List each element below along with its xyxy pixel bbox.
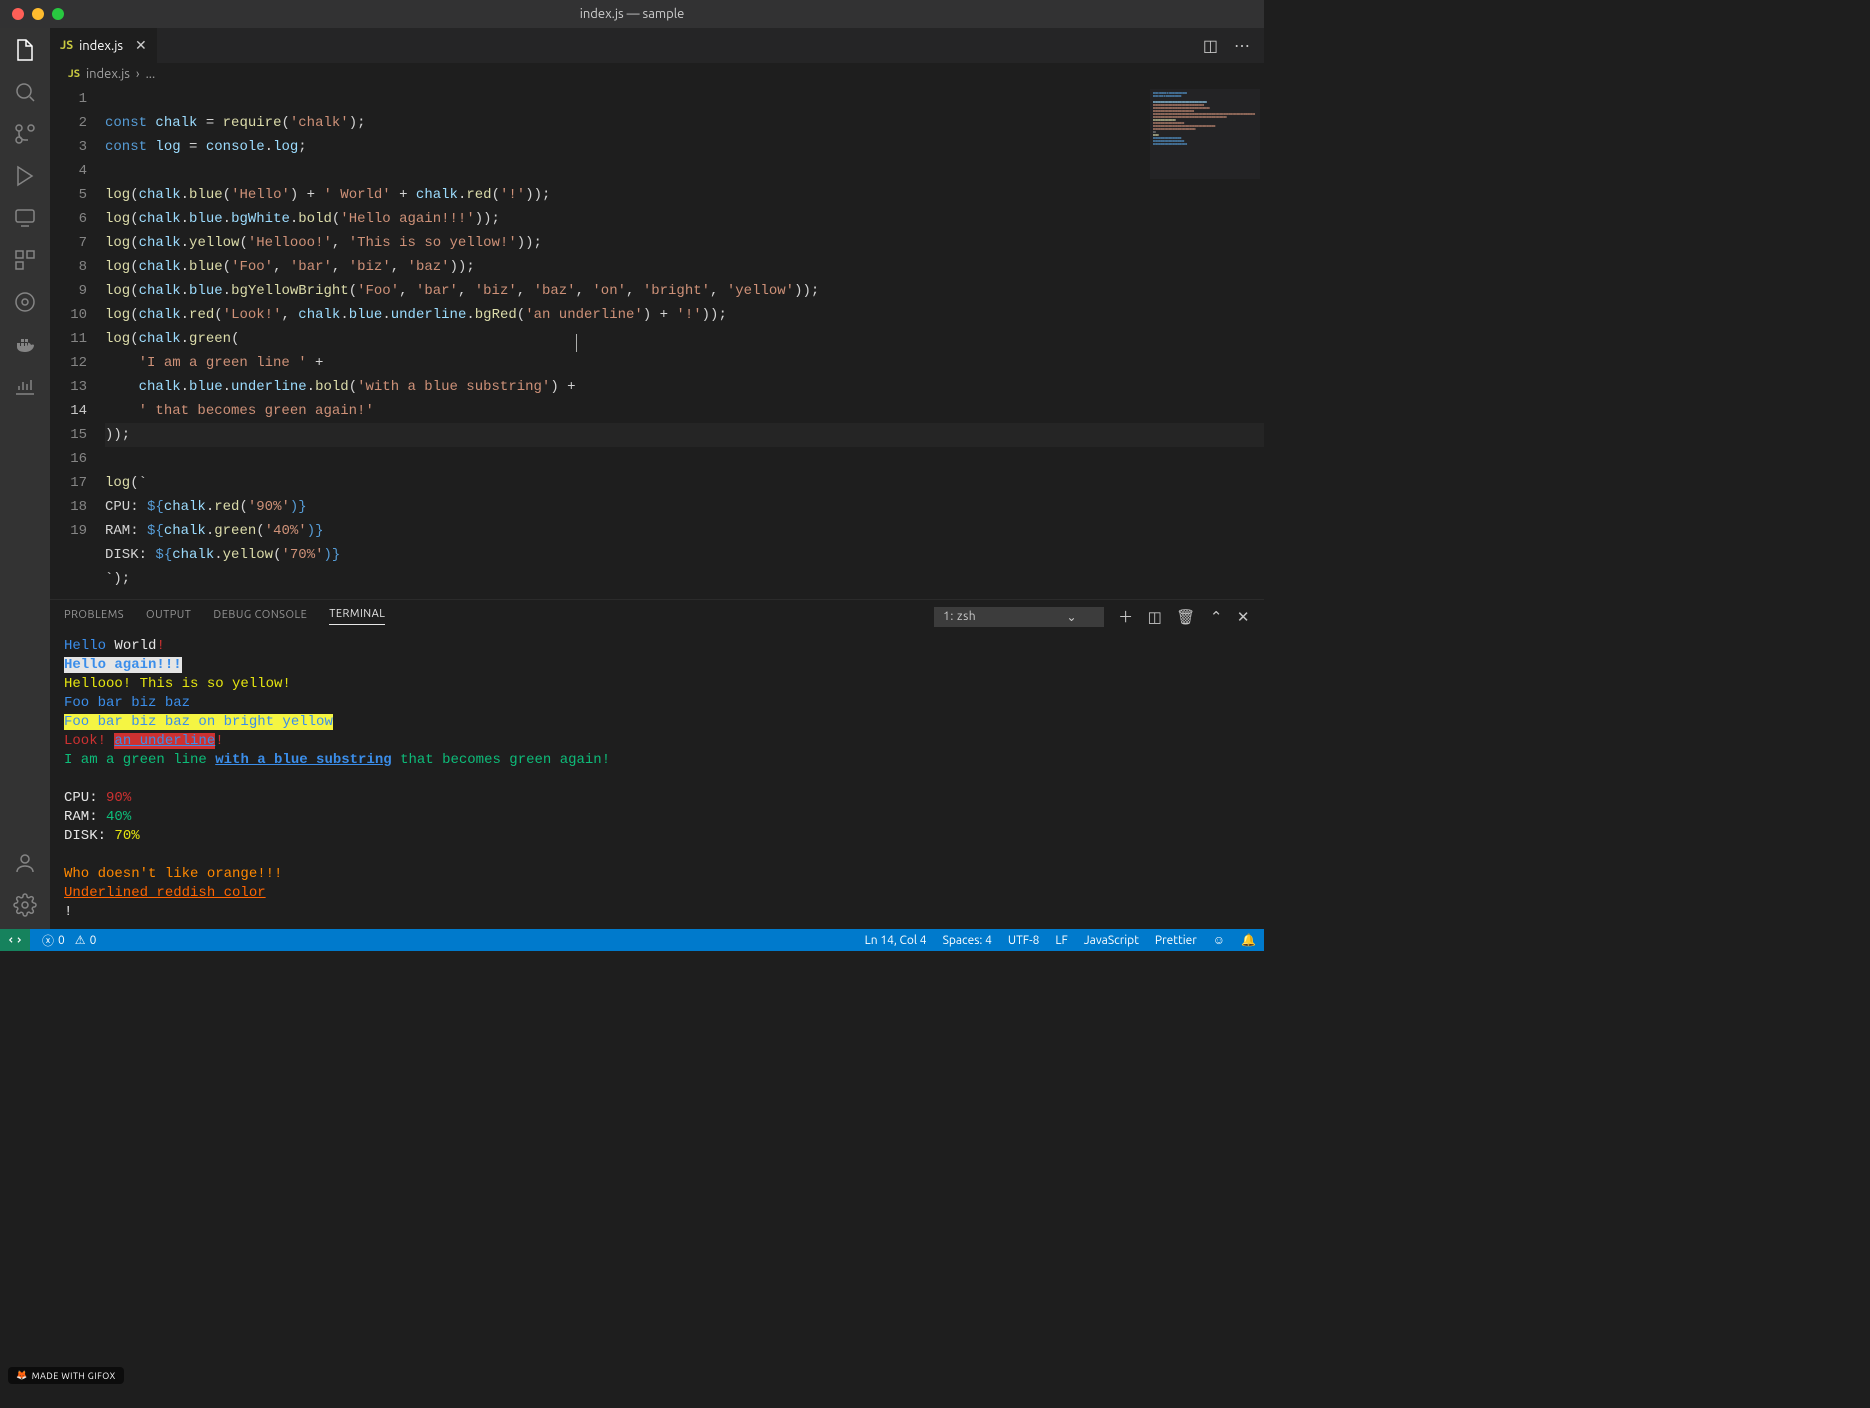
close-panel-icon[interactable]: ✕ <box>1237 608 1250 626</box>
minimap[interactable]: ▄▄▄▄ ▄▄▄▄▄ ▄ ▄▄▄▄▄▄▄▄▄▄▄▄▄ ▄▄▄▄ ▄▄▄ ▄ ▄▄… <box>1150 89 1260 179</box>
titlebar: index.js — sample <box>0 0 1264 28</box>
code-line: const chalk = require('chalk'); <box>105 115 366 131</box>
minimize-window[interactable] <box>32 8 44 20</box>
code-line: log(chalk.blue.bgWhite.bold('Hello again… <box>105 211 500 227</box>
terminal-output[interactable]: Hello World! Hello again!!! Hellooo! Thi… <box>50 633 1264 929</box>
code-line: log(chalk.blue('Hello') + ' World' + cha… <box>105 187 550 203</box>
code-line: log(chalk.yellow('Hellooo!', 'This is so… <box>105 235 542 251</box>
source-control-icon[interactable] <box>13 122 37 146</box>
breadcrumb-rest: ... <box>146 67 156 81</box>
code-line: `); <box>105 571 130 587</box>
status-bell-icon[interactable]: 🔔 <box>1241 933 1256 947</box>
editor-actions: ◫ ⋯ <box>1203 36 1264 55</box>
code-content[interactable]: const chalk = require('chalk'); const lo… <box>105 85 1264 599</box>
maximize-panel-icon[interactable]: ⌃ <box>1210 608 1223 626</box>
remote-explorer-icon[interactable] <box>13 206 37 230</box>
terminal-panel: PROBLEMS OUTPUT DEBUG CONSOLE TERMINAL 1… <box>50 599 1264 929</box>
code-line: log(chalk.blue('Foo', 'bar', 'biz', 'baz… <box>105 259 475 275</box>
graph-icon[interactable] <box>13 374 37 398</box>
status-errors[interactable]: ⓧ 0 <box>42 932 65 949</box>
panel-tab-bar: PROBLEMS OUTPUT DEBUG CONSOLE TERMINAL 1… <box>50 600 1264 633</box>
run-debug-icon[interactable] <box>13 164 37 188</box>
code-line: log(chalk.red('Look!', chalk.blue.underl… <box>105 307 727 323</box>
code-line: RAM: ${chalk.green('40%')} <box>105 523 324 539</box>
code-line: )); <box>105 423 1264 447</box>
status-language[interactable]: JavaScript <box>1084 934 1139 947</box>
code-line: 'I am a green line ' + <box>105 355 323 371</box>
docker-icon[interactable] <box>13 332 37 356</box>
tab-terminal[interactable]: TERMINAL <box>329 608 385 625</box>
account-icon[interactable] <box>13 851 37 875</box>
code-line: chalk.blue.underline.bold('with a blue s… <box>105 379 576 395</box>
window-controls <box>12 8 64 20</box>
line-numbers: 12345678910111213141516171819 <box>50 85 105 599</box>
terminal-selector[interactable]: 1: zsh⌄ <box>934 607 1104 627</box>
more-actions-icon[interactable]: ⋯ <box>1234 36 1250 55</box>
breadcrumb-sep: › <box>136 67 140 81</box>
code-line: log(` <box>105 475 147 491</box>
js-file-icon: JS <box>60 39 73 52</box>
tab-bar: JS index.js ✕ ◫ ⋯ <box>50 28 1264 63</box>
kill-terminal-icon[interactable]: 🗑 <box>1176 608 1196 626</box>
code-line: log(chalk.green( <box>105 331 576 347</box>
new-terminal-icon[interactable]: ＋ <box>1118 606 1134 627</box>
editor-area: JS index.js ✕ ◫ ⋯ JS index.js › ... 1234… <box>50 28 1264 929</box>
search-icon[interactable] <box>13 80 37 104</box>
js-file-icon: JS <box>68 68 80 80</box>
status-feedback-icon[interactable]: ☺ <box>1213 933 1225 947</box>
code-line: log(chalk.blue.bgYellowBright('Foo', 'ba… <box>105 283 819 299</box>
status-warnings[interactable]: ⚠ 0 <box>75 933 97 947</box>
activity-bar <box>0 28 50 929</box>
code-line: ' that becomes green again!' <box>105 403 374 419</box>
window-title: index.js — sample <box>580 7 685 21</box>
code-line <box>105 163 113 179</box>
main-area: JS index.js ✕ ◫ ⋯ JS index.js › ... 1234… <box>0 28 1264 929</box>
split-editor-icon[interactable]: ◫ <box>1203 36 1218 55</box>
breadcrumb-file: index.js <box>86 67 130 81</box>
code-editor[interactable]: 12345678910111213141516171819 const chal… <box>50 85 1264 599</box>
tab-problems[interactable]: PROBLEMS <box>64 609 124 625</box>
status-cursor-position[interactable]: Ln 14, Col 4 <box>865 934 927 947</box>
status-bar: ⓧ 0 ⚠ 0 Ln 14, Col 4 Spaces: 4 UTF-8 LF … <box>0 929 1264 951</box>
split-terminal-icon[interactable]: ◫ <box>1148 608 1163 626</box>
tab-label: index.js <box>79 39 123 53</box>
status-prettier[interactable]: Prettier <box>1155 934 1197 947</box>
code-line: DISK: ${chalk.yellow('70%')} <box>105 547 340 563</box>
status-encoding[interactable]: UTF-8 <box>1008 934 1039 947</box>
code-line: CPU: ${chalk.red('90%')} <box>105 499 307 515</box>
gifox-icon: 🦊 <box>16 1370 28 1381</box>
gitlens-icon[interactable] <box>13 290 37 314</box>
maximize-window[interactable] <box>52 8 64 20</box>
code-line: const log = console.log; <box>105 139 307 155</box>
breadcrumb[interactable]: JS index.js › ... <box>50 63 1264 85</box>
chevron-down-icon: ⌄ <box>1067 610 1078 624</box>
close-tab-icon[interactable]: ✕ <box>135 37 147 54</box>
gifox-watermark: 🦊 MADE WITH GIFOX <box>8 1367 124 1384</box>
close-window[interactable] <box>12 8 24 20</box>
status-indentation[interactable]: Spaces: 4 <box>943 934 992 947</box>
tab-index-js[interactable]: JS index.js ✕ <box>50 28 157 63</box>
settings-gear-icon[interactable] <box>13 893 37 917</box>
status-eol[interactable]: LF <box>1055 934 1067 947</box>
tab-output[interactable]: OUTPUT <box>146 609 191 625</box>
tab-debug-console[interactable]: DEBUG CONSOLE <box>213 609 307 625</box>
extensions-icon[interactable] <box>13 248 37 272</box>
remote-indicator[interactable] <box>0 929 30 951</box>
explorer-icon[interactable] <box>13 38 37 62</box>
